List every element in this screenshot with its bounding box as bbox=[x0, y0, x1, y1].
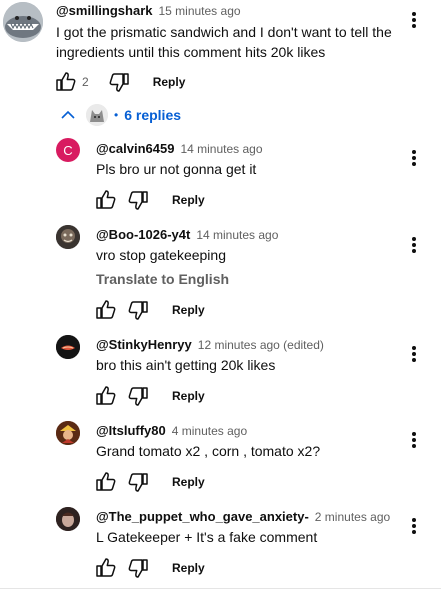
reply-actions: Reply bbox=[94, 298, 205, 322]
comment-header: @smillingshark 15 minutes ago bbox=[56, 2, 396, 20]
more-actions-button[interactable] bbox=[406, 146, 422, 170]
reply-text: vro stop gatekeeping bbox=[96, 247, 226, 263]
reply-header: @StinkyHenryy 12 minutes ago (edited) bbox=[96, 336, 324, 354]
like-icon[interactable] bbox=[54, 70, 78, 94]
reply-author[interactable]: @The_puppet_who_gave_anxiety- bbox=[96, 509, 309, 524]
reply-text: bro this ain't getting 20k likes bbox=[96, 357, 276, 373]
avatar[interactable] bbox=[3, 2, 43, 42]
like-count: 2 bbox=[82, 75, 89, 89]
comment-author[interactable]: @smillingshark bbox=[56, 3, 152, 18]
more-actions-button[interactable] bbox=[406, 233, 422, 257]
reply-button[interactable]: Reply bbox=[172, 389, 205, 403]
translate-link[interactable]: Translate to English bbox=[96, 271, 229, 287]
like-icon[interactable] bbox=[94, 298, 118, 322]
reply-time[interactable]: 4 minutes ago bbox=[172, 424, 247, 438]
reply-button[interactable]: Reply bbox=[172, 475, 205, 489]
reply-button[interactable]: Reply bbox=[172, 303, 205, 317]
reply-author[interactable]: @Itsluffy80 bbox=[96, 423, 166, 438]
separator-dot: • bbox=[114, 108, 119, 122]
dislike-icon[interactable] bbox=[126, 188, 150, 212]
comment-text: I got the prismatic sandwich and I don't… bbox=[56, 24, 392, 60]
reply-time[interactable]: 12 minutes ago (edited) bbox=[198, 338, 324, 352]
reply-time[interactable]: 14 minutes ago bbox=[196, 228, 278, 242]
reply-header: @calvin6459 14 minutes ago bbox=[96, 140, 263, 158]
reply-text: Grand tomato x2 , corn , tomato x2? bbox=[96, 443, 321, 459]
avatar-letter: C bbox=[63, 142, 73, 158]
avatar bbox=[86, 104, 108, 126]
comment-actions: 2 Reply bbox=[54, 70, 185, 94]
more-actions-button[interactable] bbox=[406, 8, 422, 32]
avatar[interactable]: C bbox=[56, 138, 80, 162]
reply-button[interactable]: Reply bbox=[172, 193, 205, 207]
dislike-icon[interactable] bbox=[126, 384, 150, 408]
reply-author[interactable]: @calvin6459 bbox=[96, 141, 174, 156]
reply-button[interactable]: Reply bbox=[172, 561, 205, 575]
dislike-icon[interactable] bbox=[126, 556, 150, 580]
reply-text: Pls bro ur not gonna get it bbox=[96, 161, 257, 177]
dislike-icon[interactable] bbox=[126, 298, 150, 322]
dislike-icon[interactable] bbox=[107, 70, 131, 94]
more-actions-button[interactable] bbox=[406, 514, 422, 538]
reply-actions: Reply bbox=[94, 384, 205, 408]
chevron-up-icon bbox=[61, 110, 75, 119]
more-actions-button[interactable] bbox=[406, 428, 422, 452]
reply-actions: Reply bbox=[94, 188, 205, 212]
dislike-icon[interactable] bbox=[126, 470, 150, 494]
reply-button[interactable]: Reply bbox=[153, 75, 186, 89]
avatar[interactable] bbox=[56, 507, 80, 531]
like-icon[interactable] bbox=[94, 384, 118, 408]
comment-time[interactable]: 15 minutes ago bbox=[158, 4, 240, 18]
reply-author[interactable]: @Boo-1026-y4t bbox=[96, 227, 190, 242]
replies-count: 6 replies bbox=[124, 107, 182, 123]
like-icon[interactable] bbox=[94, 188, 118, 212]
divider bbox=[0, 588, 441, 589]
like-icon[interactable] bbox=[94, 470, 118, 494]
reply-actions: Reply bbox=[94, 556, 205, 580]
more-actions-button[interactable] bbox=[406, 342, 422, 366]
replies-toggle[interactable]: • 6 replies bbox=[60, 104, 181, 126]
reply-time[interactable]: 2 minutes ago bbox=[315, 510, 390, 524]
reply-time[interactable]: 14 minutes ago bbox=[180, 142, 262, 156]
avatar[interactable] bbox=[56, 335, 80, 359]
reply-author[interactable]: @StinkyHenryy bbox=[96, 337, 192, 352]
reply-actions: Reply bbox=[94, 470, 205, 494]
avatar[interactable] bbox=[56, 225, 80, 249]
reply-text: L Gatekeeper + It's a fake comment bbox=[96, 529, 318, 545]
reply-header: @Boo-1026-y4t 14 minutes ago bbox=[96, 226, 278, 244]
avatar[interactable] bbox=[56, 421, 80, 445]
like-icon[interactable] bbox=[94, 556, 118, 580]
reply-header: @The_puppet_who_gave_anxiety- 2 minutes a… bbox=[96, 508, 390, 526]
reply-header: @Itsluffy80 4 minutes ago bbox=[96, 422, 247, 440]
